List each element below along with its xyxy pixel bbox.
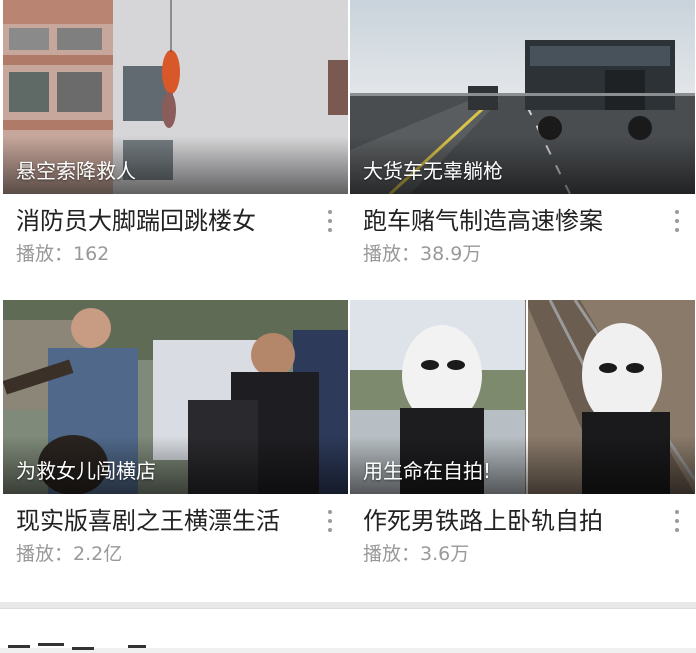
video-thumbnail[interactable]: 悬空索降救人 (3, 0, 348, 194)
thumbnail-overlay-title: 为救女儿闯横店 (16, 459, 156, 483)
thumbnail-overlay-title: 大货车无辜躺枪 (363, 159, 503, 183)
play-count: 播放：2.2亿 (16, 543, 123, 565)
video-card[interactable]: 悬空索降救人 消防员大脚踹回跳楼女 播放：162 (3, 0, 348, 297)
thumbnail-overlay-title: 悬空索降救人 (16, 159, 136, 183)
next-feed-card[interactable] (0, 608, 696, 650)
video-title[interactable]: 作死男铁路上卧轨自拍 (363, 505, 663, 537)
play-count: 播放：3.6万 (363, 543, 470, 565)
play-count: 播放：38.9万 (363, 243, 482, 265)
video-title[interactable]: 消防员大脚踹回跳楼女 (16, 205, 316, 237)
more-vertical-icon[interactable] (669, 208, 685, 234)
video-title[interactable]: 跑车赌气制造高速惨案 (363, 205, 663, 237)
video-title[interactable]: 现实版喜剧之王横漂生活 (16, 505, 316, 537)
thumbnail-overlay-title: 用生命在自拍! (363, 459, 492, 483)
video-grid: 悬空索降救人 消防员大脚踹回跳楼女 播放：162 大货车无辜躺枪 跑车赌气制造高… (0, 0, 696, 602)
video-card[interactable]: 大货车无辜躺枪 跑车赌气制造高速惨案 播放：38.9万 (350, 0, 695, 297)
clipped-heading-glyphs (8, 643, 146, 650)
video-thumbnail[interactable]: 为救女儿闯横店 (3, 300, 348, 494)
more-vertical-icon[interactable] (322, 208, 338, 234)
video-card[interactable]: 为救女儿闯横店 现实版喜剧之王横漂生活 播放：2.2亿 (3, 300, 348, 597)
more-vertical-icon[interactable] (669, 508, 685, 534)
video-thumbnail[interactable]: 用生命在自拍! (350, 300, 695, 494)
video-thumbnail[interactable]: 大货车无辜躺枪 (350, 0, 695, 194)
video-card[interactable]: 用生命在自拍! 作死男铁路上卧轨自拍 播放：3.6万 (350, 300, 695, 597)
play-count: 播放：162 (16, 243, 110, 265)
more-vertical-icon[interactable] (322, 508, 338, 534)
